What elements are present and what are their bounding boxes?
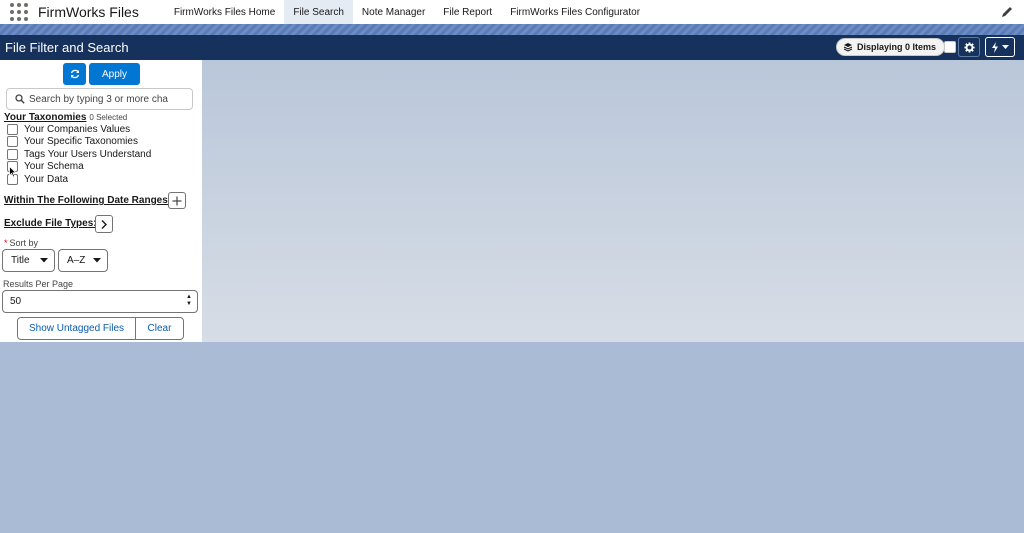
displaying-items-label: Displaying 0 Items: [857, 42, 937, 52]
sort-order-select[interactable]: A–Z: [58, 249, 108, 272]
tab-firmworks-files-home[interactable]: FirmWorks Files Home: [165, 0, 284, 24]
gear-icon: [963, 41, 975, 53]
sort-field-value: Title: [11, 255, 30, 266]
clear-button[interactable]: Clear: [136, 317, 184, 340]
decorative-pattern-band: [0, 24, 1024, 35]
header-checkbox[interactable]: [944, 41, 956, 53]
page-title: File Filter and Search: [5, 40, 129, 55]
sort-by-label-text: Sort by: [9, 238, 39, 248]
add-date-range-button[interactable]: [168, 192, 186, 209]
tab-file-search[interactable]: File Search: [284, 0, 353, 24]
search-box[interactable]: [6, 88, 193, 110]
show-untagged-files-button[interactable]: Show Untagged Files: [17, 317, 136, 340]
chevron-down-icon: [40, 258, 48, 263]
app-launcher-icon[interactable]: [10, 3, 28, 21]
displaying-items-badge[interactable]: Displaying 0 Items: [836, 38, 946, 56]
taxonomy-item[interactable]: Your Specific Taxonomies: [7, 136, 138, 148]
taxonomy-item[interactable]: Tags Your Users Understand: [7, 148, 151, 160]
checkbox[interactable]: [7, 136, 18, 147]
tab-file-report[interactable]: File Report: [434, 0, 501, 24]
expand-exclude-file-types-button[interactable]: [95, 215, 113, 233]
plus-icon: [172, 196, 182, 205]
actions-menu-button[interactable]: [985, 37, 1015, 57]
results-per-page-label: Results Per Page: [3, 279, 74, 289]
taxonomy-label: Your Data: [24, 173, 69, 185]
app-name: FirmWorks Files: [38, 4, 139, 20]
results-area: [202, 60, 1024, 342]
sort-order-value: A–Z: [67, 255, 86, 266]
taxonomy-label: Your Companies Values: [24, 123, 131, 135]
taxonomy-label: Your Schema: [24, 161, 84, 172]
page-header: File Filter and Search Displaying 0 Item…: [0, 35, 1024, 60]
number-stepper[interactable]: ▲ ▼: [186, 294, 192, 308]
pencil-edit-icon[interactable]: [1000, 5, 1014, 19]
date-ranges-heading: Within The Following Date Ranges:: [4, 195, 172, 206]
action-button-group: Show Untagged Files Clear: [17, 317, 184, 340]
required-asterisk: *: [4, 238, 8, 248]
checkbox[interactable]: [7, 123, 18, 135]
results-per-page-value: 50: [10, 296, 22, 307]
search-input[interactable]: [29, 91, 189, 107]
stepper-down-icon[interactable]: ▼: [186, 301, 192, 308]
taxonomy-item[interactable]: Your Companies Values: [7, 123, 130, 135]
exclude-file-types-heading: Exclude File Types:: [4, 218, 97, 229]
refresh-button[interactable]: [63, 63, 86, 85]
sort-by-label: * Sort by: [4, 238, 38, 248]
settings-button[interactable]: [958, 37, 980, 57]
stepper-up-icon[interactable]: ▲: [186, 294, 192, 301]
refresh-icon: [70, 69, 79, 79]
lightning-icon: [992, 41, 998, 53]
tab-firmworks-files-configurator[interactable]: FirmWorks Files Configurator: [501, 0, 649, 24]
tab-note-manager[interactable]: Note Manager: [353, 0, 434, 24]
taxonomies-heading: Your Taxonomies 0 Selected: [4, 112, 127, 123]
taxonomies-heading-label: Your Taxonomies: [4, 112, 87, 123]
chevron-down-icon: [93, 258, 101, 263]
top-navigation-bar: FirmWorks Files FirmWorks Files Home Fil…: [0, 0, 1024, 24]
apply-button[interactable]: Apply: [89, 63, 140, 85]
mouse-pointer-icon: [9, 166, 17, 178]
taxonomies-selected-count: 0 Selected: [89, 113, 128, 122]
results-per-page-input[interactable]: 50 ▲ ▼: [2, 290, 198, 313]
layers-icon: [843, 43, 853, 52]
taxonomy-label: Your Specific Taxonomies: [24, 136, 138, 147]
search-icon: [15, 94, 25, 104]
sort-field-select[interactable]: Title: [2, 249, 55, 272]
filter-panel: Apply Your Taxonomies0 Selected Your Com…: [0, 60, 202, 342]
taxonomy-label: Tags Your Users Understand: [24, 148, 152, 160]
chevron-right-icon: [101, 219, 107, 229]
chevron-down-icon: [1002, 44, 1009, 49]
taxonomy-item[interactable]: Your Schema: [7, 161, 84, 173]
checkbox[interactable]: [7, 148, 18, 160]
